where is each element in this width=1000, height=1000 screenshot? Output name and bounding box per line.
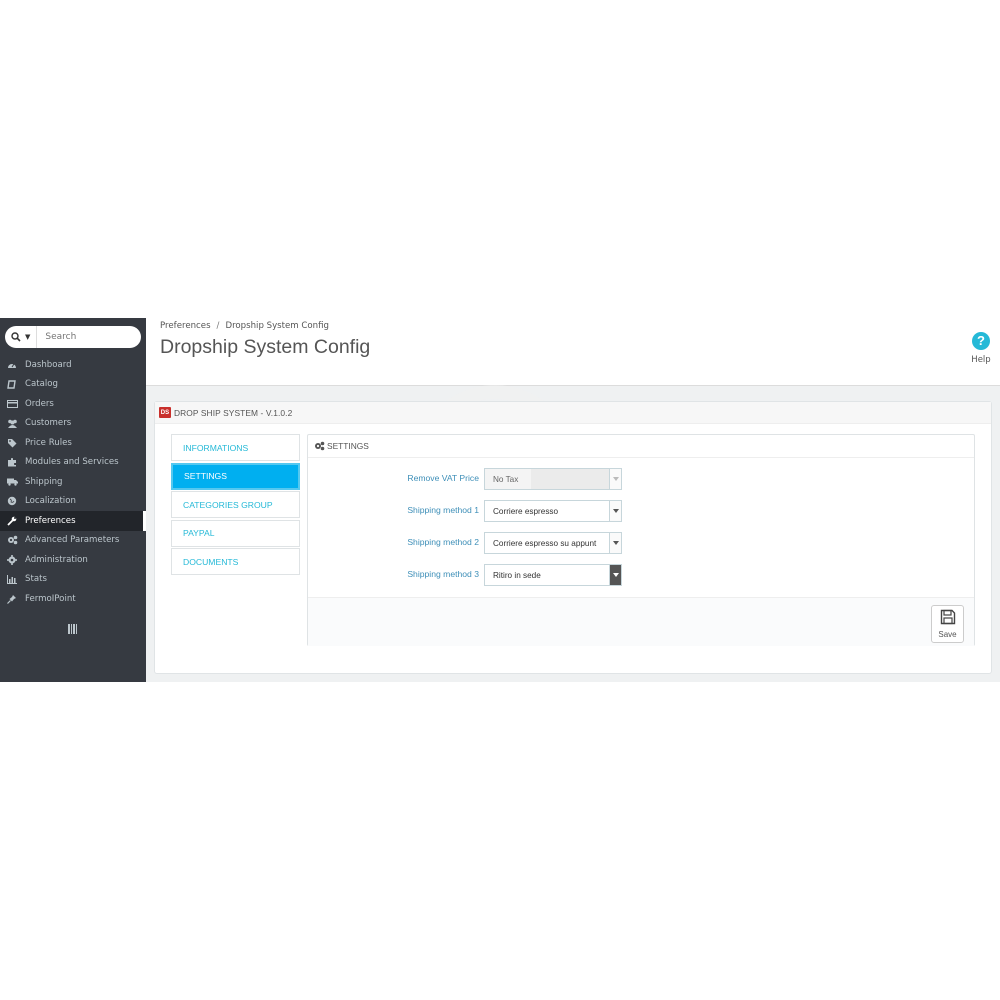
sidebar-item-label: Modules and Services (25, 457, 119, 468)
sidebar-item-dashboard[interactable]: Dashboard (0, 355, 146, 375)
sidebar-item-shipping[interactable]: Shipping (0, 472, 146, 492)
sidebar-item-label: Price Rules (25, 437, 72, 448)
search-divider (36, 326, 38, 348)
search-box[interactable]: ▼ (5, 326, 141, 348)
chevron-down-icon (609, 533, 621, 553)
tab-settings[interactable]: SETTINGS (171, 462, 300, 490)
form-row-shipping-method-1: Shipping method 1 Corriere espresso (308, 500, 976, 522)
settings-panel: SETTINGS Remove VAT Price No Tax Shippin… (307, 434, 975, 646)
cogs-icon (6, 535, 18, 545)
shipping-method-1-select[interactable]: Corriere espresso (484, 500, 622, 522)
sidebar-item-label: Administration (25, 554, 88, 565)
book-icon (6, 379, 18, 389)
shipping-method-1-label: Shipping method 1 (407, 505, 479, 515)
sidebar-item-catalog[interactable]: Catalog (0, 375, 146, 395)
sidebar-item-orders[interactable]: Orders (0, 394, 146, 414)
sidebar-item-label: Preferences (25, 515, 76, 526)
sidebar-item-fermoipoint[interactable]: FermoIPoint (0, 589, 146, 609)
puzzle-icon (6, 457, 18, 467)
sidebar-item-stats[interactable]: Stats (0, 570, 146, 590)
chevron-down-icon (609, 501, 621, 521)
sidebar-item-label: Customers (25, 418, 72, 429)
globe-icon (6, 496, 18, 506)
tab-informations[interactable]: INFORMATIONS (171, 434, 300, 461)
sidebar-item-label: Advanced Parameters (25, 535, 120, 546)
breadcrumb-item: Dropship System Config (225, 321, 329, 331)
sidebar-item-label: Shipping (25, 476, 63, 487)
wrench-icon (6, 516, 18, 526)
breadcrumb-item[interactable]: Preferences (160, 321, 211, 331)
shipping-method-3-select[interactable]: Ritiro in sede (484, 564, 622, 586)
page-title: Dropship System Config (160, 336, 371, 358)
settings-heading-text: SETTINGS (327, 441, 369, 451)
help-button[interactable]: ? Help (968, 332, 994, 365)
save-button[interactable]: Save (931, 605, 964, 643)
shipping-method-3-label: Shipping method 3 (407, 569, 479, 579)
sidebar-item-administration[interactable]: Administration (0, 550, 146, 570)
remove-vat-label: Remove VAT Price (407, 473, 479, 483)
tab-paypal[interactable]: PAYPAL (171, 519, 300, 547)
sidebar-item-advanced-parameters[interactable]: Advanced Parameters (0, 531, 146, 551)
credit-card-icon (6, 399, 18, 409)
sidebar-item-label: Localization (25, 496, 76, 507)
dashboard-icon (6, 360, 18, 370)
tab-list: INFORMATIONS SETTINGS CATEGORIES GROUP P… (171, 434, 300, 577)
sidebar-item-customers[interactable]: Customers (0, 414, 146, 434)
select-value: Ritiro in sede (493, 570, 541, 580)
remove-vat-select[interactable]: No Tax (484, 468, 622, 490)
chevron-down-icon (609, 469, 621, 489)
users-icon (6, 418, 18, 428)
ds-logo: DS (159, 407, 171, 418)
select-value: Corriere espresso su appunt (493, 538, 597, 548)
sidebar-item-label: Catalog (25, 379, 59, 390)
settings-heading: SETTINGS (308, 435, 974, 458)
settings-footer: Save (308, 597, 974, 646)
help-label: Help (971, 355, 991, 365)
cog-icon (6, 554, 18, 565)
sidebar: ▼ Dashboard Catalog Orders Customers Pri… (0, 318, 146, 682)
select-value: No Tax (493, 474, 519, 484)
shipping-method-2-select[interactable]: Corriere espresso su appunt (484, 532, 622, 554)
tab-categories-group[interactable]: CATEGORIES GROUP (171, 491, 300, 519)
breadcrumb-separator: / (216, 321, 220, 331)
save-icon (940, 609, 956, 627)
cogs-icon (314, 441, 325, 451)
form-row-shipping-method-3: Shipping method 3 Ritiro in sede (308, 564, 976, 586)
sidebar-item-preferences[interactable]: Preferences (0, 511, 146, 531)
pin-icon (6, 594, 18, 604)
tags-icon (6, 438, 18, 448)
module-panel: DS DROP SHIP SYSTEM - V.1.0.2 INFORMATIO… (154, 401, 992, 674)
breadcrumb: Preferences / Dropship System Config (160, 321, 329, 331)
truck-icon (6, 477, 18, 487)
chevron-down-icon (609, 565, 621, 585)
caret-down-icon[interactable]: ▼ (25, 333, 30, 341)
form-row-remove-vat: Remove VAT Price No Tax (308, 468, 976, 490)
sidebar-item-price-rules[interactable]: Price Rules (0, 433, 146, 453)
panel-heading-text: DROP SHIP SYSTEM - V.1.0.2 (174, 407, 293, 418)
search-input[interactable] (45, 332, 126, 342)
sidebar-item-modules[interactable]: Modules and Services (0, 453, 146, 473)
bar-chart-icon (6, 574, 18, 584)
tab-documents[interactable]: DOCUMENTS (171, 548, 300, 576)
collapse-sidebar-icon[interactable] (68, 624, 77, 634)
form-row-shipping-method-2: Shipping method 2 Corriere espresso su a… (308, 532, 976, 554)
select-gray-block (531, 469, 609, 489)
save-label: Save (938, 630, 957, 639)
select-value: Corriere espresso (493, 506, 559, 516)
sidebar-menu: Dashboard Catalog Orders Customers Price… (0, 355, 146, 609)
sidebar-item-label: Dashboard (25, 359, 72, 370)
panel-heading: DS DROP SHIP SYSTEM - V.1.0.2 (155, 402, 991, 424)
help-icon: ? (972, 332, 990, 350)
sidebar-item-label: FermoIPoint (25, 593, 76, 604)
shipping-method-2-label: Shipping method 2 (407, 537, 479, 547)
search-icon[interactable] (5, 332, 27, 342)
sidebar-item-label: Orders (25, 398, 54, 409)
sidebar-item-localization[interactable]: Localization (0, 492, 146, 512)
sidebar-item-label: Stats (25, 574, 47, 585)
